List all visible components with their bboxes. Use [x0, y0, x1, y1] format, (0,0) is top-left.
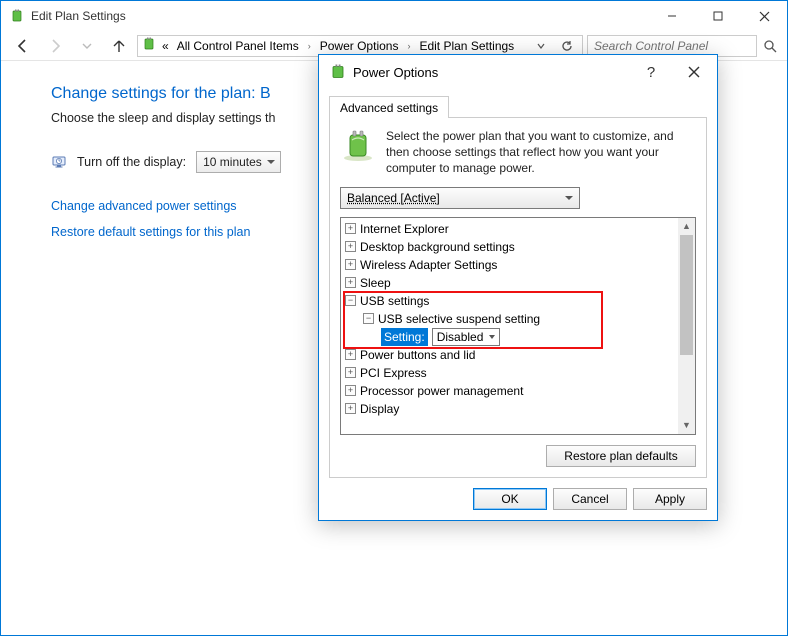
dialog-titlebar: Power Options ?: [319, 55, 717, 89]
refresh-icon[interactable]: [556, 40, 578, 52]
collapse-icon[interactable]: −: [363, 313, 374, 324]
expand-icon[interactable]: +: [345, 367, 356, 378]
power-plan-icon: [142, 37, 156, 54]
forward-button[interactable]: [41, 34, 69, 58]
maximize-button[interactable]: [695, 1, 741, 31]
up-button[interactable]: [105, 34, 133, 58]
expand-icon[interactable]: +: [345, 277, 356, 288]
turnoff-display-combo[interactable]: 10 minutes: [196, 151, 281, 173]
tree-item-setting[interactable]: Setting: Disabled: [345, 328, 695, 346]
expand-icon[interactable]: +: [345, 259, 356, 270]
chevron-right-icon[interactable]: ›: [404, 41, 413, 51]
close-button[interactable]: [741, 1, 787, 31]
dialog-tabs: Advanced settings: [319, 89, 717, 117]
expand-icon[interactable]: +: [345, 241, 356, 252]
battery-icon: [340, 128, 376, 164]
expand-icon[interactable]: +: [345, 385, 356, 396]
tree-item-processor[interactable]: +Processor power management: [345, 382, 695, 400]
breadcrumb-item[interactable]: Edit Plan Settings: [417, 39, 516, 53]
settings-tree[interactable]: +Internet Explorer +Desktop background s…: [340, 217, 696, 435]
chevron-right-icon[interactable]: ›: [305, 41, 314, 51]
help-button[interactable]: ?: [631, 57, 671, 87]
expand-icon[interactable]: +: [345, 403, 356, 414]
setting-label: Setting:: [381, 328, 428, 346]
search-icon[interactable]: [761, 39, 779, 53]
dialog-button-row: OK Cancel Apply: [319, 478, 717, 520]
dialog-title: Power Options: [353, 65, 438, 80]
tree-item-power-buttons[interactable]: +Power buttons and lid: [345, 346, 695, 364]
power-plan-icon: [329, 63, 347, 81]
scroll-down-icon[interactable]: ▼: [678, 417, 695, 434]
dialog-tab-page: Select the power plan that you want to c…: [329, 117, 707, 478]
scroll-thumb[interactable]: [680, 235, 693, 355]
dialog-description: Select the power plan that you want to c…: [386, 128, 696, 177]
search-input[interactable]: [592, 38, 752, 54]
tree-item-desktop-bg[interactable]: +Desktop background settings: [345, 238, 695, 256]
main-window-titlebar: Edit Plan Settings: [1, 1, 787, 31]
tab-advanced-settings[interactable]: Advanced settings: [329, 96, 449, 118]
display-clock-icon: [51, 154, 67, 170]
tree-scrollbar[interactable]: ▲ ▼: [678, 218, 695, 434]
tree-item-sleep[interactable]: +Sleep: [345, 274, 695, 292]
turnoff-display-label: Turn off the display:: [77, 155, 186, 169]
breadcrumb-item[interactable]: All Control Panel Items: [175, 39, 301, 53]
tree-item-display[interactable]: +Display: [345, 400, 695, 418]
tree-item-pci-express[interactable]: +PCI Express: [345, 364, 695, 382]
power-plan-combo[interactable]: Balanced [Active]: [340, 187, 580, 209]
dialog-close-button[interactable]: [671, 57, 717, 87]
minimize-button[interactable]: [649, 1, 695, 31]
tree-item-usb-suspend[interactable]: −USB selective suspend setting: [345, 310, 695, 328]
apply-button[interactable]: Apply: [633, 488, 707, 510]
ok-button[interactable]: OK: [473, 488, 547, 510]
history-dropdown-icon[interactable]: [530, 42, 552, 50]
tree-item-ie[interactable]: +Internet Explorer: [345, 220, 695, 238]
expand-icon[interactable]: +: [345, 349, 356, 360]
expand-icon[interactable]: +: [345, 223, 356, 234]
tree-item-wireless[interactable]: +Wireless Adapter Settings: [345, 256, 695, 274]
recent-dropdown-icon[interactable]: [73, 34, 101, 58]
power-options-dialog: Power Options ? Advanced settings Select…: [318, 54, 718, 521]
setting-value-combo[interactable]: Disabled: [432, 328, 501, 346]
breadcrumb-item[interactable]: Power Options: [318, 39, 401, 53]
tree-item-usb[interactable]: −USB settings: [345, 292, 695, 310]
window-title: Edit Plan Settings: [31, 9, 126, 23]
cancel-button[interactable]: Cancel: [553, 488, 627, 510]
collapse-icon[interactable]: −: [345, 295, 356, 306]
breadcrumb-overflow[interactable]: «: [160, 39, 171, 53]
scroll-up-icon[interactable]: ▲: [678, 218, 695, 235]
power-plan-icon: [9, 8, 25, 24]
back-button[interactable]: [9, 34, 37, 58]
restore-plan-defaults-button[interactable]: Restore plan defaults: [546, 445, 696, 467]
